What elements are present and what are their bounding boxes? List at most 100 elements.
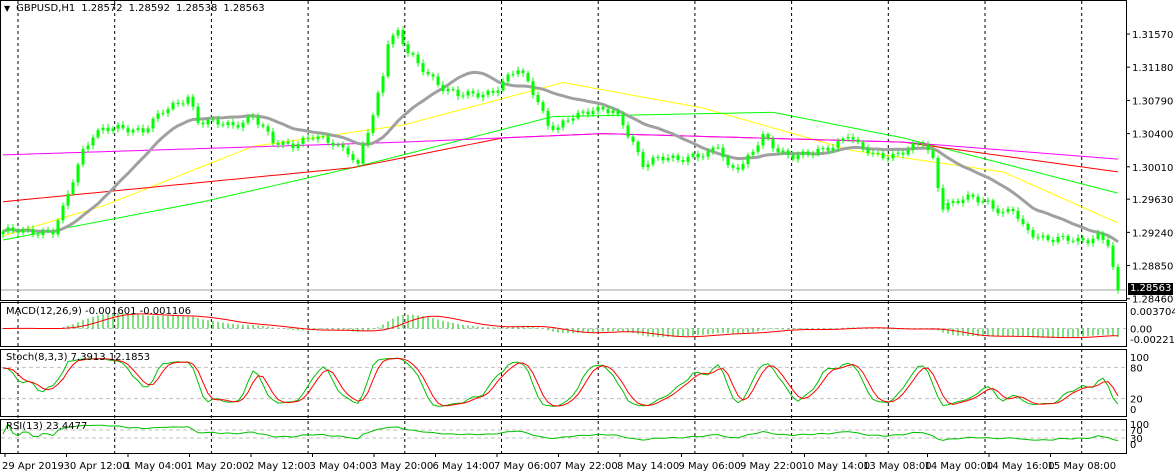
candle-body xyxy=(1081,237,1085,241)
time-tick-label: 14 May 00:00 xyxy=(925,461,994,472)
candle-body xyxy=(6,227,10,232)
candle-body xyxy=(76,164,80,183)
candle-body xyxy=(381,76,385,93)
candle-body xyxy=(1071,240,1075,242)
time-tick-label: 30 Apr 12:00 xyxy=(64,461,129,472)
candle-body xyxy=(816,148,820,155)
candle-body xyxy=(536,94,540,103)
candle-body xyxy=(176,102,180,104)
candle-body xyxy=(441,84,445,92)
candle-body xyxy=(231,122,235,126)
time-tick-label: 15 May 08:00 xyxy=(1048,461,1117,472)
macd-tick-label: 0.00 xyxy=(1130,325,1152,336)
candle-body xyxy=(941,188,945,210)
candle-body xyxy=(426,71,430,75)
candle-body xyxy=(96,130,100,138)
price-tick-label: 1.30400 xyxy=(1132,130,1173,141)
candle-body xyxy=(836,141,840,148)
candle-body xyxy=(51,231,55,235)
candle-body xyxy=(971,194,975,197)
candle-body xyxy=(1016,210,1020,219)
candle-body xyxy=(391,35,395,45)
candle-body xyxy=(1046,235,1050,240)
candle-body xyxy=(461,95,465,97)
candle-body xyxy=(896,152,900,154)
candle-body xyxy=(451,88,455,90)
candle-body xyxy=(476,93,480,98)
price-tick-label: 1.30010 xyxy=(1132,163,1173,174)
triangle-down-icon[interactable]: ▼ xyxy=(4,4,10,13)
candle-body xyxy=(16,230,20,233)
candle-body xyxy=(826,147,830,151)
stoch-tick-label: 0 xyxy=(1130,405,1136,416)
candle-body xyxy=(286,141,290,144)
candle-body xyxy=(416,54,420,64)
candle-body xyxy=(456,89,460,97)
candle-body xyxy=(236,125,240,128)
candle-body xyxy=(731,165,735,168)
chart-header: ▼ GBPUSD,H1 1.28572 1.28592 1.28538 1.28… xyxy=(4,3,265,14)
candle-body xyxy=(1051,239,1055,243)
candle-body xyxy=(541,102,545,111)
candle-body xyxy=(606,109,610,113)
candle-body xyxy=(61,205,65,221)
candle-body xyxy=(156,113,160,119)
candle-body xyxy=(1006,208,1010,212)
candle-body xyxy=(166,109,170,114)
price-tick-label: 1.31180 xyxy=(1132,63,1173,74)
candle-body xyxy=(756,145,760,152)
high-value: 1.28592 xyxy=(128,3,170,14)
candle-body xyxy=(326,136,330,143)
stoch-tick-label: 20 xyxy=(1130,395,1143,406)
candle-body xyxy=(251,116,255,118)
candle-body xyxy=(31,229,35,235)
price-chart[interactable]: 1.31570 1.31180 1.30790 1.30400 1.30010 1.296… xyxy=(0,0,1175,475)
candle-body xyxy=(431,74,435,77)
candle-body xyxy=(291,143,295,149)
candle-body xyxy=(271,131,275,144)
ma-line-red xyxy=(2,133,1119,203)
candle-body xyxy=(871,152,875,154)
candle-body xyxy=(1011,208,1015,211)
candle-body xyxy=(361,144,365,164)
candle-body xyxy=(206,119,210,125)
candle-body xyxy=(876,152,880,154)
candle-body xyxy=(341,144,345,148)
candle-body xyxy=(91,137,95,146)
candle-body xyxy=(796,155,800,160)
candle-body xyxy=(436,76,440,85)
candle-body xyxy=(226,122,230,126)
candle-body xyxy=(296,143,300,149)
time-tick-label: 3 May 20:00 xyxy=(371,461,433,472)
symbol-label: GBPUSD,H1 xyxy=(16,3,76,14)
candle-body xyxy=(646,164,650,168)
time-tick-label: 7 May 22:00 xyxy=(556,461,618,472)
candle-body xyxy=(1061,236,1065,238)
candle-body xyxy=(696,153,700,158)
candle-body xyxy=(721,147,725,158)
candle-body xyxy=(656,156,660,158)
candle-body xyxy=(626,125,630,137)
candle-body xyxy=(81,149,85,165)
candle-body xyxy=(36,234,40,236)
candle-body xyxy=(961,199,965,203)
candle-body xyxy=(516,70,520,75)
candle-body xyxy=(641,152,645,168)
candle-body xyxy=(751,151,755,155)
stoch-tick-label: 80 xyxy=(1130,363,1143,374)
candle-body xyxy=(746,154,750,165)
time-tick-label: 2 May 12:00 xyxy=(248,461,310,472)
main-pane xyxy=(0,0,1127,301)
candle-body xyxy=(421,63,425,72)
candle-body xyxy=(681,160,685,162)
candle-body xyxy=(846,137,850,139)
candle-body xyxy=(411,53,415,55)
candle-body xyxy=(736,167,740,170)
candle-body xyxy=(311,138,315,140)
candle-body xyxy=(621,114,625,126)
candle-body xyxy=(761,134,765,146)
candle-body xyxy=(956,200,960,203)
candle-body xyxy=(851,137,855,140)
candle-body xyxy=(811,154,815,156)
candle-body xyxy=(481,94,485,98)
